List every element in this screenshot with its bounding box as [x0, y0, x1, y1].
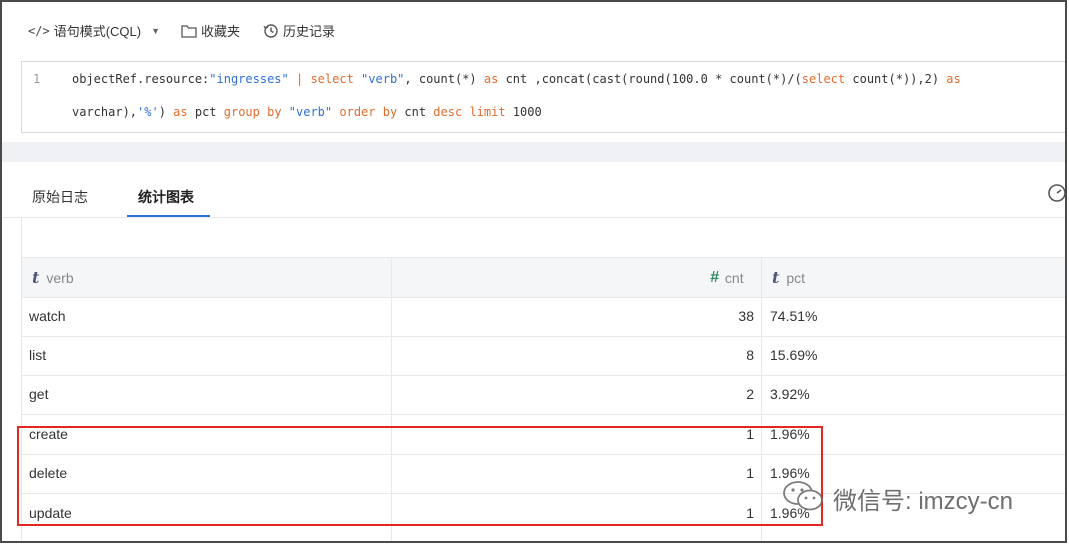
folder-icon [181, 24, 197, 38]
table-row: list 8 15.69% [22, 336, 1066, 376]
watermark-text: 微信号: imzcy-cn [833, 488, 1013, 515]
cell-verb: get [29, 386, 49, 402]
line-gutter: 1 [22, 62, 60, 132]
watermark: 微信号: imzcy-cn [781, 479, 1013, 518]
code-line-1: objectRef.resource:"ingresses" | select … [72, 72, 961, 86]
cell-cnt: 1 [746, 465, 754, 481]
code-line-2: varchar),'%') as pct group by "verb" ord… [72, 105, 542, 119]
tab-statistics-chart[interactable]: 统计图表 [138, 187, 194, 207]
query-toolbar: </> 语句模式(CQL) ▼ 收藏夹 历史记录 [1, 1, 1066, 59]
cell-pct: 1.96% [770, 426, 810, 442]
cell-verb: update [29, 505, 72, 521]
cell-cnt: 8 [746, 347, 754, 363]
cell-verb: create [29, 426, 68, 442]
wechat-icon [781, 479, 825, 518]
caret-down-icon: ▼ [151, 25, 160, 36]
code-icon: </> [28, 23, 50, 38]
cell-cnt: 2 [746, 386, 754, 402]
cell-verb: watch [29, 308, 66, 324]
column-header-pct[interactable]: t pct [772, 258, 805, 297]
tab-raw-logs[interactable]: 原始日志 [32, 187, 88, 207]
history-button[interactable]: 历史记录 [263, 21, 335, 40]
favorites-button[interactable]: 收藏夹 [181, 21, 240, 40]
cell-verb: delete [29, 465, 68, 481]
cell-pct: 3.92% [770, 386, 810, 402]
text-type-icon: t [32, 268, 40, 287]
history-icon [263, 23, 279, 39]
text-type-icon: t [772, 268, 780, 287]
favorites-label: 收藏夹 [201, 24, 241, 39]
table-row: watch 38 74.51% [22, 297, 1066, 337]
app-frame: </> 语句模式(CQL) ▼ 收藏夹 历史记录 1 objectRef.res… [0, 0, 1067, 543]
table-row: create 1 1.96% [22, 415, 1066, 455]
cell-cnt: 1 [746, 505, 754, 521]
query-editor[interactable]: 1 objectRef.resource:"ingresses" | selec… [21, 61, 1066, 133]
cell-verb: list [29, 347, 47, 363]
table-header: t verb # cnt t pct [22, 257, 1066, 298]
cell-pct: 15.69% [770, 347, 818, 363]
cell-pct: 74.51% [770, 308, 818, 324]
column-header-cnt[interactable]: # cnt [710, 258, 744, 297]
column-header-verb[interactable]: t verb [32, 258, 74, 297]
result-tabs: 原始日志 统计图表 [1, 163, 1066, 218]
refresh-interval-icon[interactable] [1046, 183, 1066, 208]
query-mode-dropdown[interactable]: </> 语句模式(CQL) ▼ [28, 21, 160, 40]
query-mode-label: 语句模式(CQL) [53, 24, 142, 39]
history-label: 历史记录 [283, 24, 336, 39]
table-row: get 2 3.92% [22, 375, 1066, 415]
cell-cnt: 1 [746, 426, 754, 442]
line-number: 1 [33, 72, 41, 86]
section-divider [1, 142, 1066, 162]
number-type-icon: # [710, 268, 719, 286]
cell-cnt: 38 [738, 308, 754, 324]
